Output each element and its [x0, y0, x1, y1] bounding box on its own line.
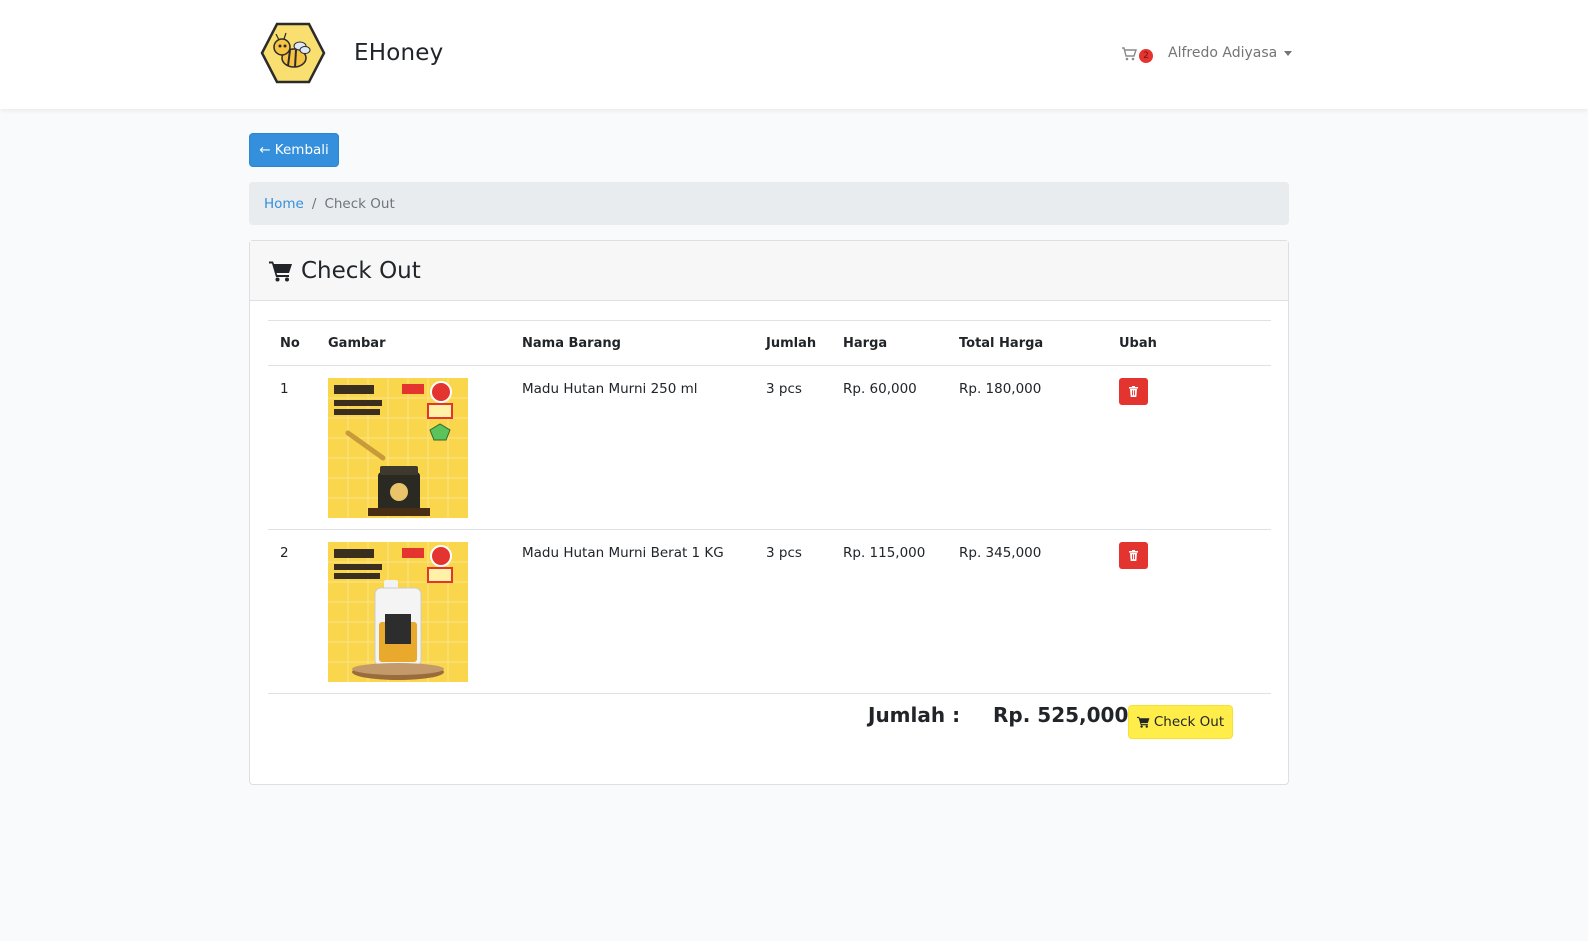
- trash-icon: [1129, 550, 1138, 561]
- cart-count-badge: 2: [1139, 49, 1153, 63]
- card-title: Check Out: [301, 257, 421, 284]
- table-header-row: No Gambar Nama Barang Jumlah Harga Total…: [268, 320, 1271, 366]
- brand-name: EHoney: [354, 40, 444, 66]
- row-qty: 3 pcs: [754, 529, 831, 694]
- row-qty: 3 pcs: [754, 365, 831, 530]
- delete-item-button[interactable]: [1119, 378, 1148, 405]
- honey-bottle-product-image: [328, 542, 468, 682]
- header-qty: Jumlah: [754, 320, 831, 366]
- caret-down-icon: [1284, 50, 1293, 56]
- cart-link[interactable]: 2: [1121, 44, 1157, 66]
- row-image-cell: [316, 365, 510, 530]
- row-name: Madu Hutan Murni Berat 1 KG: [510, 529, 754, 694]
- cart-icon: [1122, 47, 1137, 61]
- card-header: Check Out: [250, 241, 1288, 301]
- header-total: Total Harga: [947, 320, 1107, 366]
- shopping-cart-icon: [269, 261, 292, 281]
- brand[interactable]: EHoney: [260, 22, 443, 84]
- grand-total-label: Jumlah :: [868, 703, 961, 727]
- header-action: Ubah: [1107, 320, 1271, 366]
- user-name: Alfredo Adiyasa: [1168, 45, 1278, 61]
- row-image-cell: [316, 529, 510, 694]
- cart-icon: [1136, 716, 1150, 728]
- cart-table: No Gambar Nama Barang Jumlah Harga Total…: [268, 320, 1271, 694]
- row-action-cell: [1107, 529, 1271, 694]
- back-button[interactable]: ← Kembali: [249, 133, 339, 167]
- row-price: Rp. 115,000: [831, 529, 947, 694]
- breadcrumb-separator: /: [311, 195, 317, 212]
- row-no: 1: [268, 365, 316, 530]
- delete-item-button[interactable]: [1119, 542, 1148, 569]
- trash-icon: [1129, 386, 1138, 397]
- checkout-button-label: Check Out: [1153, 714, 1225, 730]
- checkout-button[interactable]: Check Out: [1128, 705, 1233, 739]
- user-dropdown[interactable]: Alfredo Adiyasa: [1168, 45, 1293, 61]
- breadcrumb-home[interactable]: Home: [264, 196, 304, 212]
- table-row: 1 Madu Hutan Murni 250 ml 3 pcs Rp. 60,0…: [268, 365, 1271, 530]
- grand-total-value: Rp. 525,000: [993, 703, 1129, 727]
- honey-jar-product-image: [328, 378, 468, 518]
- row-name: Madu Hutan Murni 250 ml: [510, 365, 754, 530]
- navbar: EHoney 2 Alfredo Adiyasa: [0, 0, 1588, 109]
- row-price: Rp. 60,000: [831, 365, 947, 530]
- header-no: No: [268, 320, 316, 366]
- bee-logo-icon: [260, 22, 326, 84]
- breadcrumb: Home / Check Out: [249, 182, 1289, 225]
- breadcrumb-current: Check Out: [324, 195, 395, 212]
- table-row: 2 Madu Hutan Murni Berat 1 KG 3 pcs Rp. …: [268, 529, 1271, 694]
- header-name: Nama Barang: [510, 320, 754, 366]
- header-price: Harga: [831, 320, 947, 366]
- row-no: 2: [268, 529, 316, 694]
- row-total: Rp. 180,000: [947, 365, 1107, 530]
- checkout-card: Check Out No Gambar Nama Barang Jumlah H…: [249, 240, 1289, 785]
- header-image: Gambar: [316, 320, 510, 366]
- row-total: Rp. 345,000: [947, 529, 1107, 694]
- row-action-cell: [1107, 365, 1271, 530]
